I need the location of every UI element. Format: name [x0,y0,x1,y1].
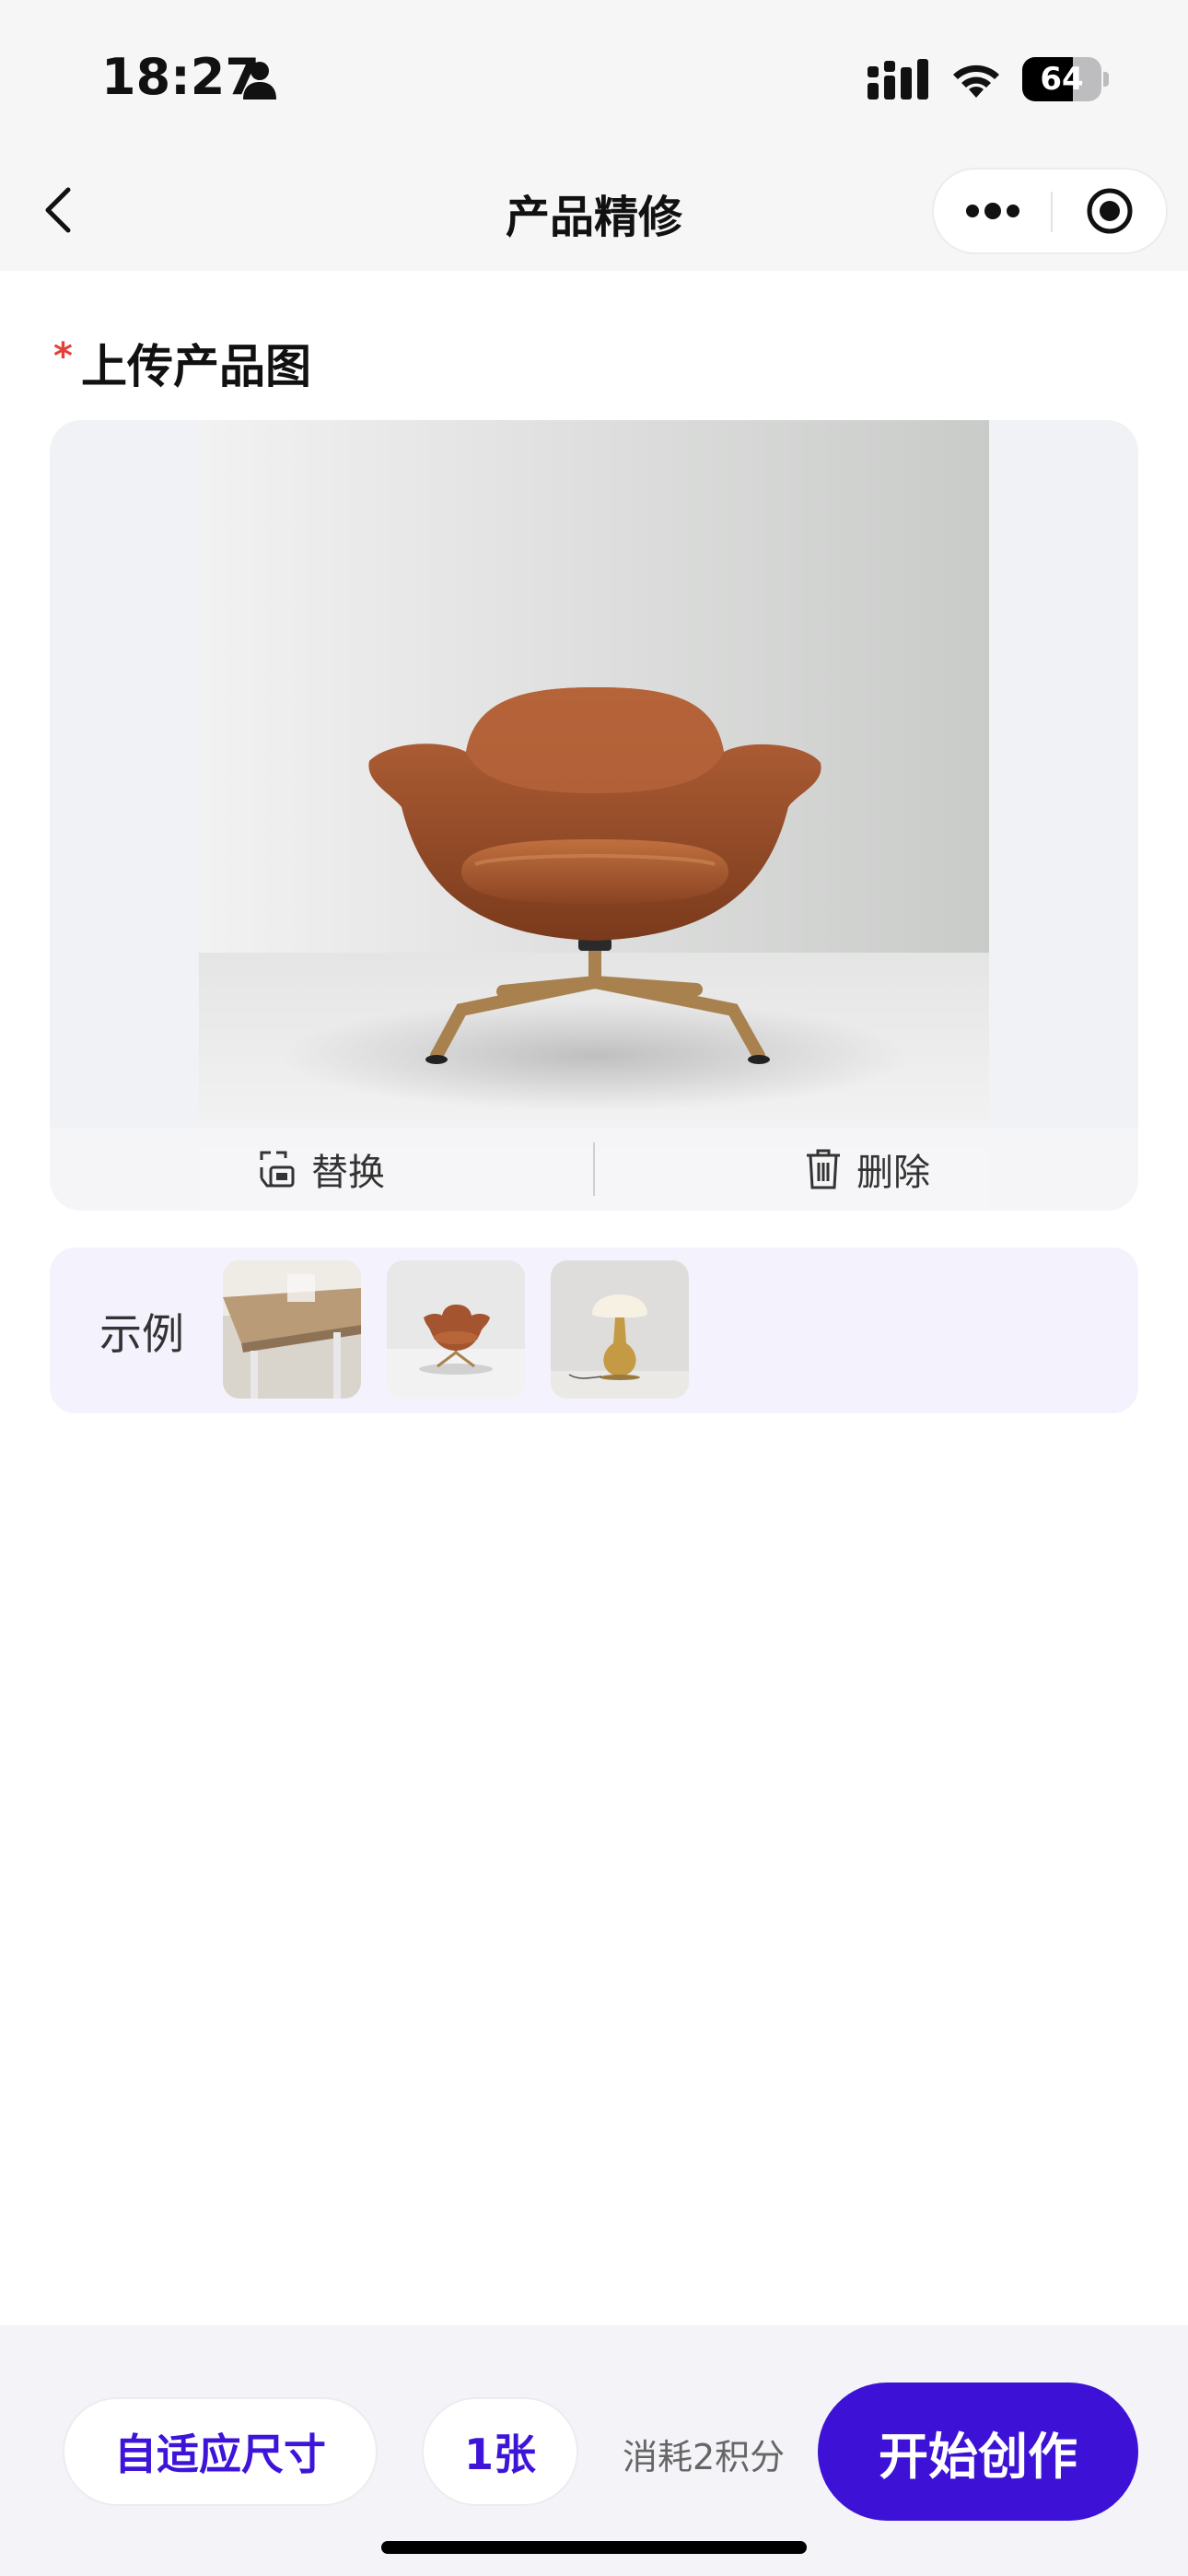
action-divider [593,1142,595,1196]
top-bar: 18:27 64 产品精修 [0,0,1188,271]
more-dots-icon [966,203,1019,219]
chair-thumbnail [387,1260,525,1399]
delete-button[interactable]: 删除 [805,1128,930,1211]
replace-icon [260,1151,295,1188]
home-indicator [381,2541,807,2554]
more-button[interactable] [934,170,1052,252]
trash-icon [807,1149,840,1189]
chair-photo [199,420,989,1211]
cellular-signal-icon [868,59,928,100]
example-thumb-table[interactable] [223,1260,361,1399]
product-image[interactable] [199,420,989,1211]
table-thumbnail [223,1260,361,1399]
count-option-button[interactable]: 1张 [422,2397,578,2506]
upload-section-title: 上传产品图 [81,340,311,393]
image-action-bar: 替换 删除 [50,1128,1138,1211]
example-thumb-lamp[interactable] [551,1260,689,1399]
close-target-icon [1087,188,1133,234]
bottom-action-bar: 自适应尺寸 1张 消耗2积分 开始创作 [0,2325,1188,2576]
replace-label: 替换 [311,1152,385,1194]
battery-level: 64 [1040,61,1084,98]
mini-program-capsule [932,168,1168,254]
required-mark: * [53,335,73,378]
status-time: 18:27 [101,48,260,106]
cost-text: 消耗2积分 [623,2437,786,2477]
size-option-button[interactable]: 自适应尺寸 [63,2397,378,2506]
battery-icon: 64 [1022,57,1109,101]
start-create-button[interactable]: 开始创作 [818,2383,1138,2521]
close-button[interactable] [1053,170,1167,252]
replace-button[interactable]: 替换 [258,1128,385,1211]
person-icon [243,62,276,100]
example-thumb-chair[interactable] [387,1260,525,1399]
lamp-thumbnail [551,1260,689,1399]
wifi-icon [953,64,999,98]
delete-label: 删除 [856,1152,930,1194]
upload-card: 替换 删除 [50,420,1138,1211]
examples-label: 示例 [99,1309,184,1359]
examples-row: 示例 [50,1247,1138,1413]
